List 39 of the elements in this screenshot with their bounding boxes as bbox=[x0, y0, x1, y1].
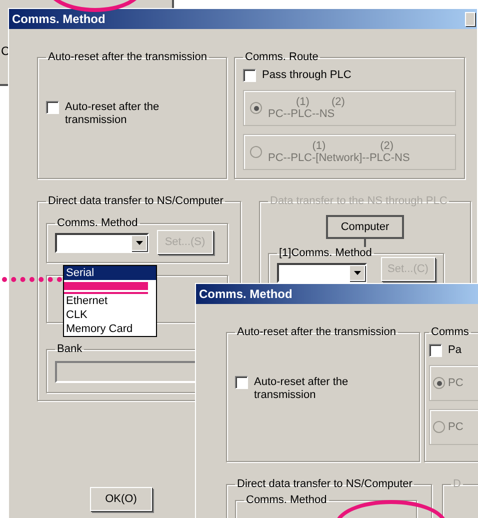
dotted-pointer-line bbox=[2, 277, 62, 282]
checkbox[interactable] bbox=[429, 344, 442, 357]
group-title: Auto-reset after the transmission bbox=[47, 51, 208, 63]
route-mark: (1) bbox=[312, 140, 326, 152]
checkbox-label: Auto-reset after the transmission bbox=[65, 101, 160, 127]
route-path: PC bbox=[448, 377, 464, 389]
group-title: Bank bbox=[56, 343, 84, 355]
node-box: Computer bbox=[326, 215, 404, 239]
ok-button[interactable]: OK(O) bbox=[90, 487, 152, 511]
dropdown-caret-icon bbox=[354, 271, 360, 275]
group-title: Data transfer to the NS through PLC bbox=[269, 195, 448, 207]
group-title: Comms. Method bbox=[245, 494, 328, 506]
route-mark: (2) bbox=[331, 96, 345, 108]
group-title: Comms. Method bbox=[56, 217, 139, 229]
route-mark: (1) bbox=[296, 96, 310, 108]
group-title: Comms. Route bbox=[244, 51, 320, 63]
group-title: Direct data transfer to NS/Computer bbox=[47, 195, 224, 207]
window-title: Comms. Method bbox=[199, 287, 292, 301]
dropdown-field[interactable] bbox=[55, 233, 149, 253]
group-title: [1]Comms. Method bbox=[278, 247, 373, 259]
dropdown-caret-icon bbox=[136, 241, 142, 245]
group-title: Comms bbox=[430, 326, 470, 338]
group-title: Auto-reset after the transmission bbox=[236, 326, 397, 338]
checkbox[interactable] bbox=[235, 376, 248, 389]
dropdown-button[interactable] bbox=[131, 235, 147, 251]
route-path: PC--PLC--NS bbox=[268, 108, 336, 120]
group-title: D bbox=[452, 478, 462, 490]
group-title: Direct data transfer to NS/Computer bbox=[236, 478, 414, 490]
checkbox-label: Auto-reset after the transmission bbox=[254, 376, 350, 402]
window-title: Comms. Method bbox=[12, 12, 106, 26]
dropdown-button[interactable] bbox=[349, 265, 365, 281]
route-mark: (2) bbox=[380, 140, 394, 152]
route-path: PC--PLC-[Network]--PLC-NS bbox=[268, 152, 410, 164]
dropdown-option[interactable]: Serial bbox=[64, 266, 156, 280]
checkbox[interactable] bbox=[46, 101, 59, 114]
checkbox[interactable] bbox=[243, 69, 256, 82]
route-path: PC bbox=[448, 421, 464, 433]
checkbox-label: Pass through PLC bbox=[262, 69, 352, 82]
checkbox-label: Pa bbox=[448, 344, 462, 357]
